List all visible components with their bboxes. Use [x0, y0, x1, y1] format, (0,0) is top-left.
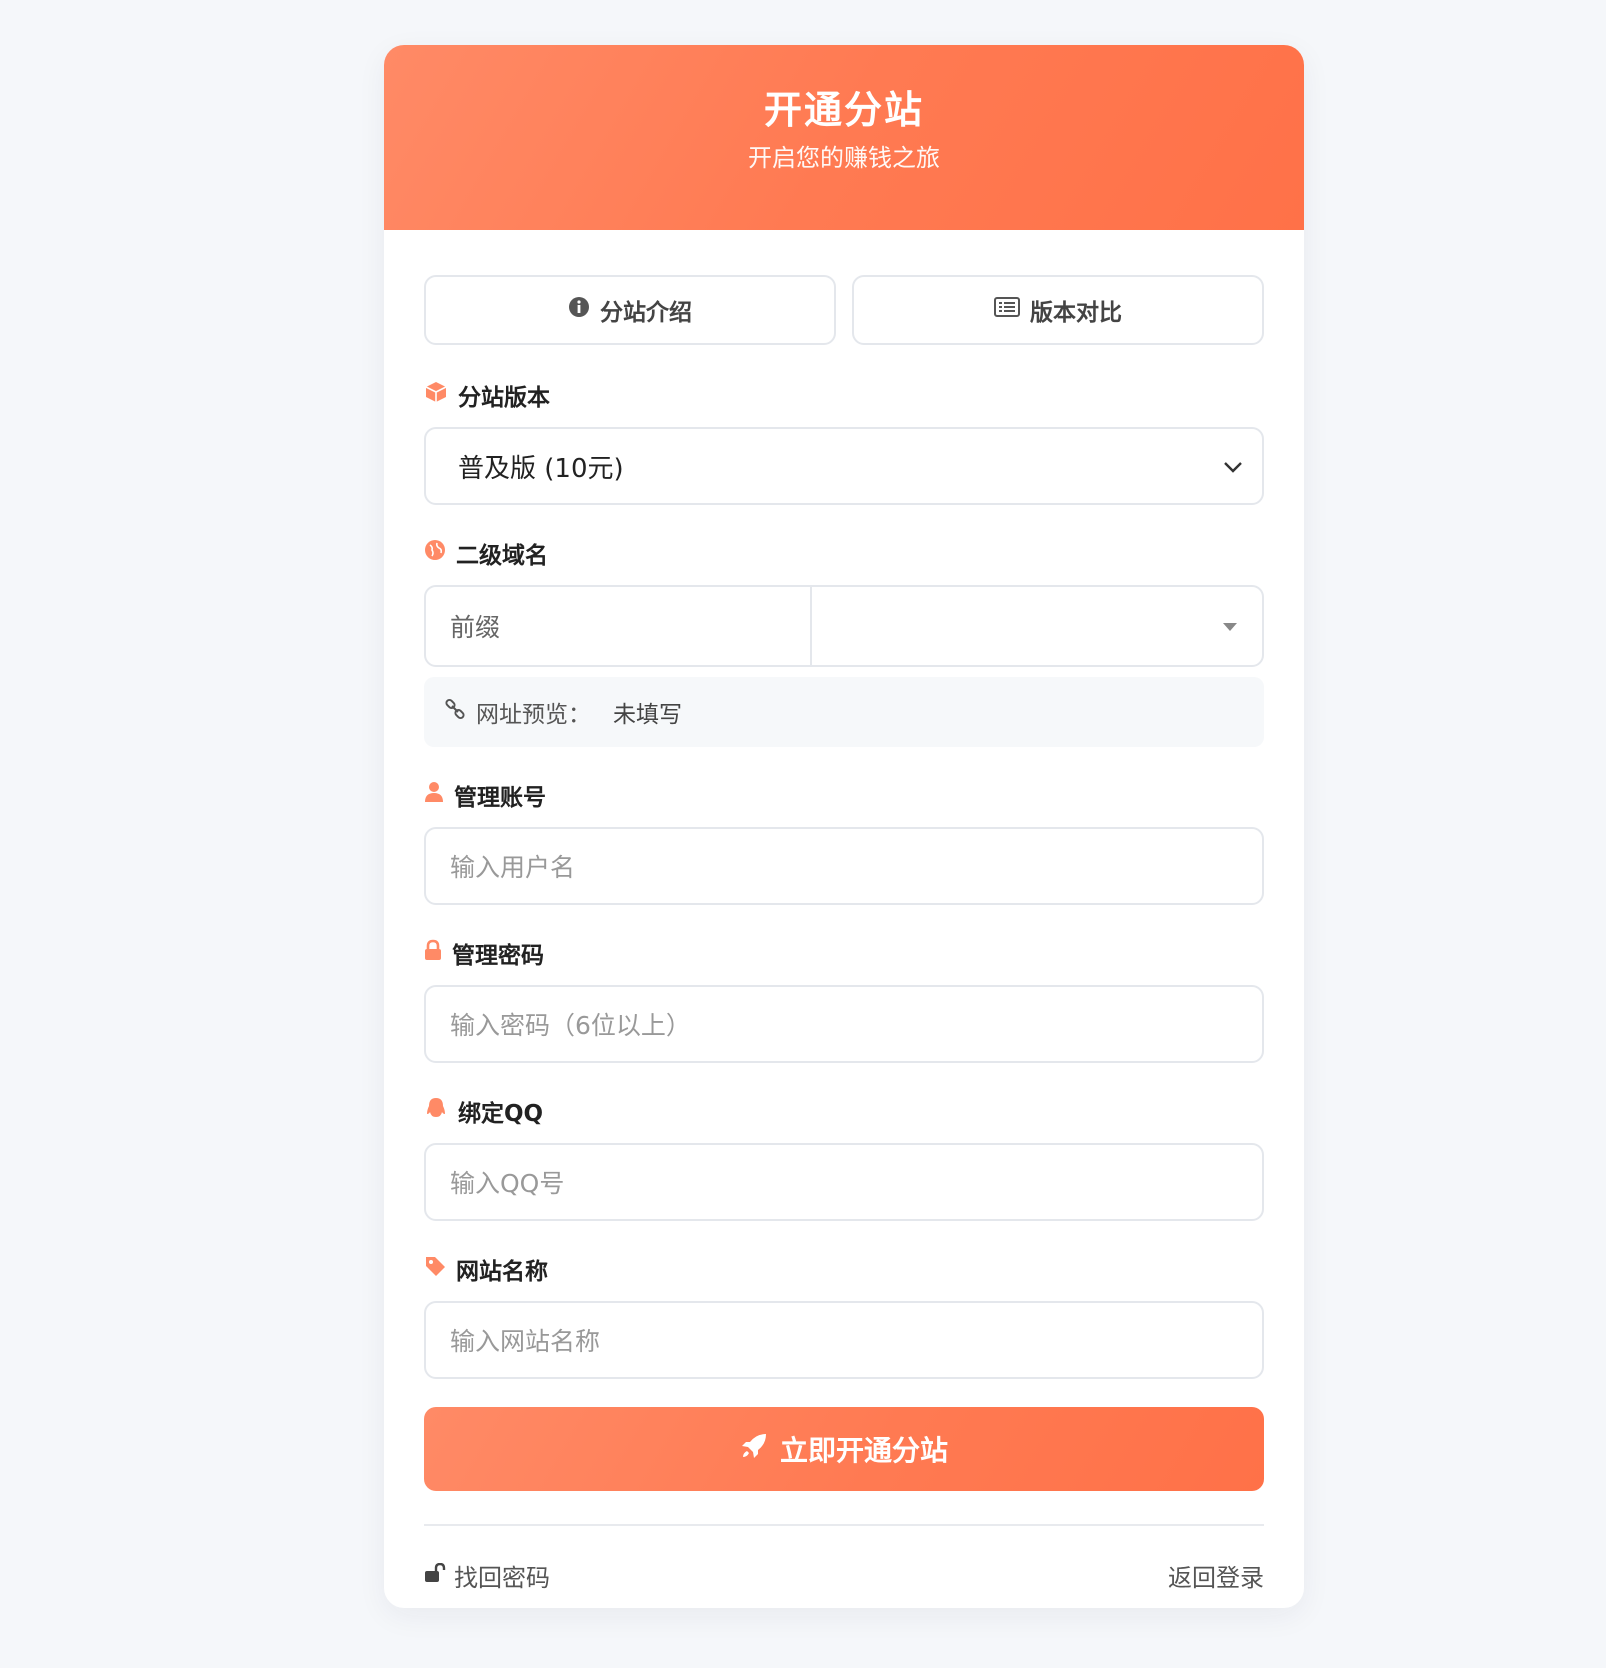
compare-button-label: 版本对比: [1030, 300, 1122, 326]
forgot-password-label: 找回密码: [454, 1563, 550, 1592]
password-input[interactable]: 输入密码（6位以上）: [424, 985, 1264, 1063]
back-to-login-link[interactable]: 返回登录: [1168, 1558, 1264, 1593]
password-label-row: 管理密码: [424, 935, 1264, 971]
version-select-value: 普及版 (10元): [458, 453, 624, 484]
domain-prefix-input[interactable]: 前缀: [426, 587, 812, 665]
preview-label: 网址预览：: [476, 702, 591, 728]
domain-input-group: 前缀: [424, 585, 1264, 667]
unlock-icon: [424, 1561, 446, 1589]
chevron-down-icon: [1222, 451, 1244, 481]
url-preview: 网址预览： 未填写: [424, 677, 1264, 747]
qq-penguin-icon: [424, 1096, 448, 1126]
forgot-password-link[interactable]: 找回密码: [424, 1558, 550, 1593]
version-label-row: 分站版本: [424, 377, 1264, 413]
account-label-row: 管理账号: [424, 777, 1264, 813]
header-banner: 开通分站 开启您的赚钱之旅: [384, 45, 1304, 230]
account-input[interactable]: 输入用户名: [424, 827, 1264, 905]
password-label: 管理密码: [452, 943, 544, 969]
info-icon: [568, 296, 590, 324]
domain-suffix-select[interactable]: [812, 587, 1262, 665]
list-alt-icon: [994, 297, 1020, 323]
lock-icon: [424, 939, 442, 967]
page-title: 开通分站: [763, 88, 924, 132]
account-label: 管理账号: [454, 785, 546, 811]
site-name-label-row: 网站名称: [424, 1251, 1264, 1287]
qq-input[interactable]: 输入QQ号: [424, 1143, 1264, 1221]
compare-button[interactable]: 版本对比: [852, 275, 1264, 345]
user-icon: [424, 781, 444, 809]
version-label: 分站版本: [458, 385, 550, 411]
cube-icon: [424, 380, 448, 410]
qq-label-row: 绑定QQ: [424, 1093, 1264, 1129]
preview-value: 未填写: [613, 702, 682, 728]
caret-down-icon: [1222, 617, 1238, 636]
globe-icon: [424, 539, 446, 567]
intro-button-label: 分站介绍: [600, 300, 692, 326]
domain-label: 二级域名: [456, 543, 548, 569]
submit-button-label: 立即开通分站: [779, 1434, 948, 1467]
top-buttons: 分站介绍 版本对比: [424, 275, 1264, 347]
tag-icon: [424, 1255, 446, 1283]
divider: [424, 1524, 1264, 1526]
qq-label: 绑定QQ: [458, 1101, 544, 1127]
page-subtitle: 开启您的赚钱之旅: [748, 144, 940, 172]
site-name-label: 网站名称: [456, 1259, 548, 1285]
intro-button[interactable]: 分站介绍: [424, 275, 836, 345]
submit-button[interactable]: 立即开通分站: [424, 1407, 1264, 1491]
site-name-input[interactable]: 输入网站名称: [424, 1301, 1264, 1379]
version-select[interactable]: 普及版 (10元): [424, 427, 1264, 505]
rocket-icon: [740, 1432, 768, 1467]
domain-label-row: 二级域名: [424, 535, 1264, 571]
form-body: 分站介绍 版本对比 分站版本 普及版 (10元) 二级域名 前缀 网址预览： 未…: [384, 230, 1304, 1592]
footer-links: 找回密码 返回登录: [424, 1558, 1264, 1592]
link-icon: [444, 698, 466, 726]
signup-card: 开通分站 开启您的赚钱之旅 分站介绍 版本对比 分站版本 普及版 (10元) 二…: [384, 45, 1304, 1608]
